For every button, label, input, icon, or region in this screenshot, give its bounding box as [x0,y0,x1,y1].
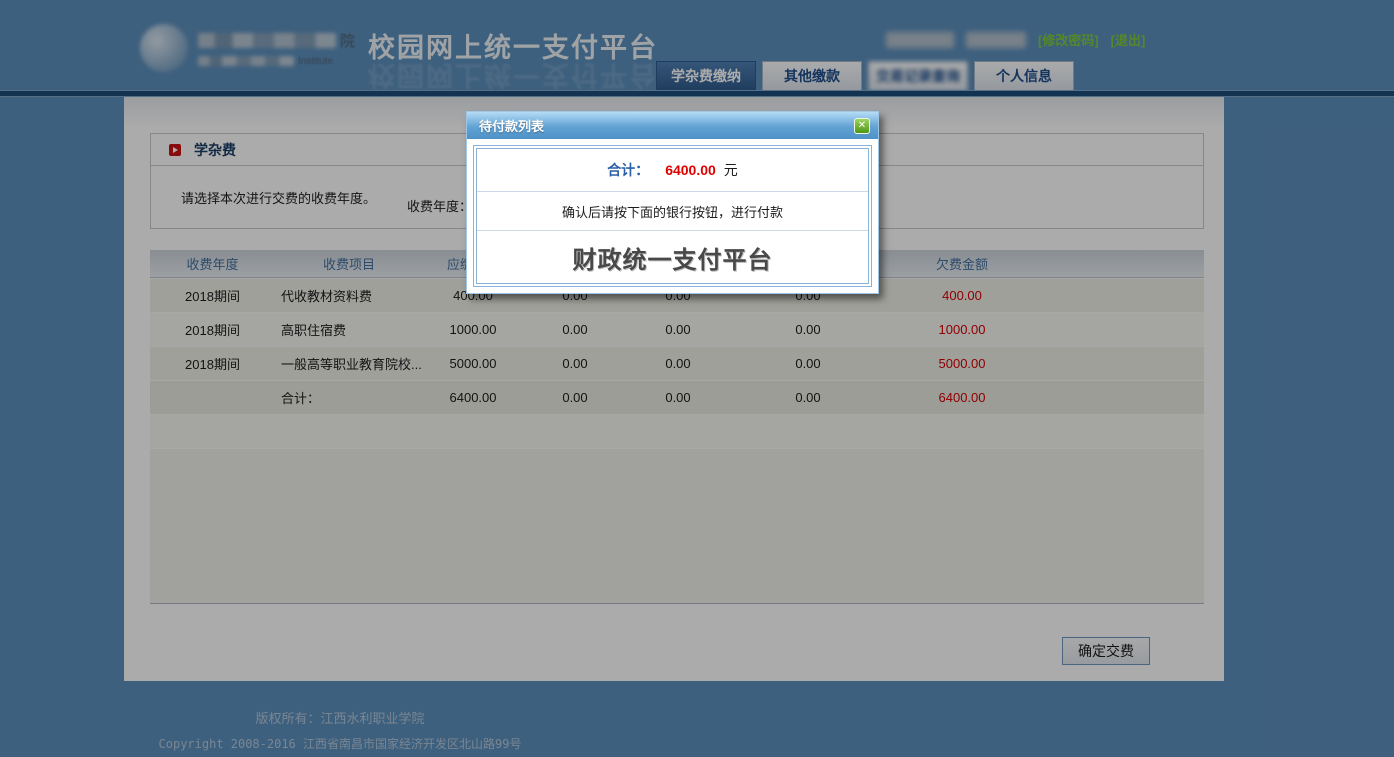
pending-payment-modal: 待付款列表 ✕ 合计： 6400.00 元 确认后请按下面的银行按钮，进行付款 … [466,111,879,294]
modal-title: 待付款列表 [479,116,544,135]
total-label: 合计： [607,160,649,180]
modal-total-row: 合计： 6400.00 元 [477,149,868,191]
bank-payment-button[interactable]: 财政统一支付平台 [573,240,773,275]
close-icon[interactable]: ✕ [854,118,870,134]
bank-button-row: 财政统一支付平台 [477,231,868,283]
modal-inner-frame: 合计： 6400.00 元 确认后请按下面的银行按钮，进行付款 财政统一支付平台 [473,145,872,287]
payment-instruction: 确认后请按下面的银行按钮，进行付款 [477,191,868,231]
modal-body: 合计： 6400.00 元 确认后请按下面的银行按钮，进行付款 财政统一支付平台 [467,139,878,293]
modal-titlebar: 待付款列表 ✕ [467,112,878,139]
total-value: 6400.00 [665,162,716,178]
currency-unit: 元 [724,160,738,180]
